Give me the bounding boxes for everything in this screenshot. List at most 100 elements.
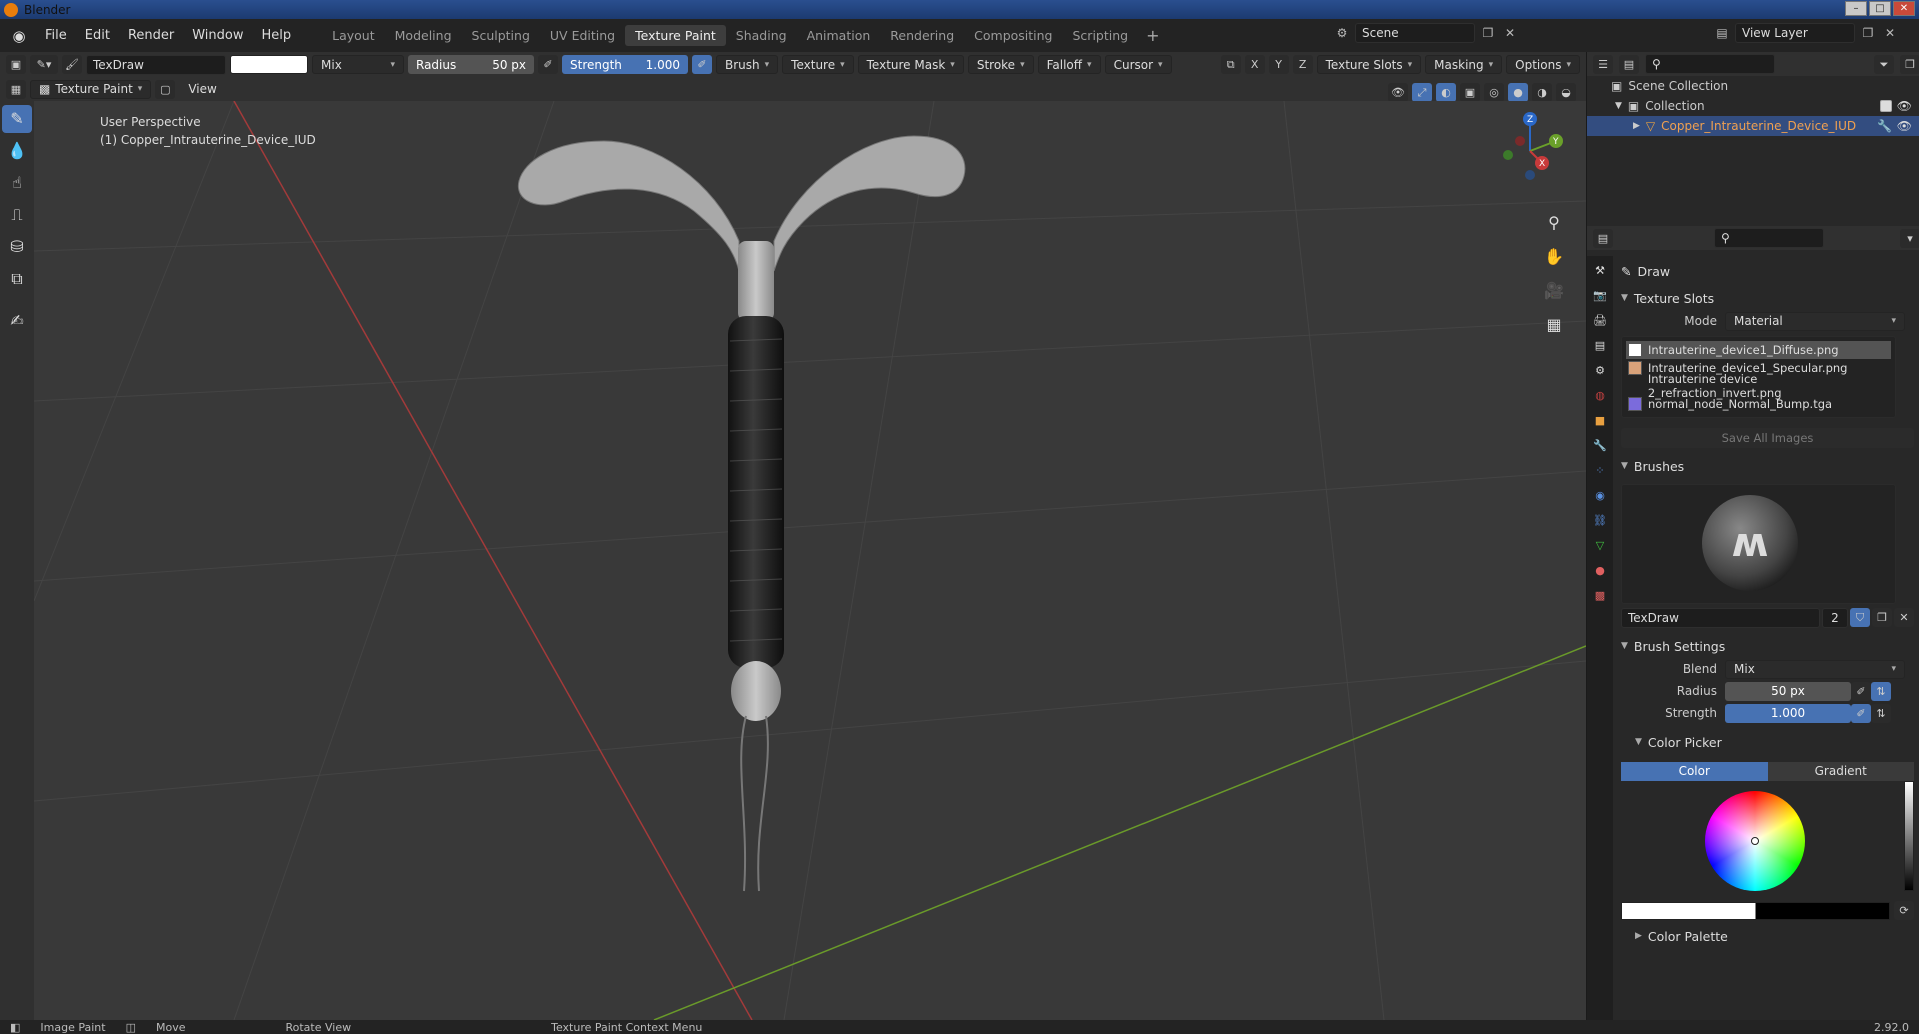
texture-slot-item[interactable]: Intrauterine_device1_Diffuse.png	[1626, 341, 1891, 359]
scene-icon[interactable]: ⚙	[1333, 24, 1351, 42]
cursor-menu[interactable]: Cursor ▾	[1104, 55, 1172, 74]
data-tab-icon[interactable]: ▽	[1591, 537, 1609, 555]
new-collection-icon[interactable]: ❐	[1900, 54, 1919, 74]
unlink-brush-icon[interactable]: ✕	[1894, 608, 1914, 627]
axis-y-toggle[interactable]: Y	[1268, 55, 1289, 74]
brush-menu[interactable]: Brush ▾	[716, 55, 779, 74]
value-slider[interactable]	[1904, 781, 1914, 891]
modifier-tab-icon[interactable]: 🔧	[1591, 437, 1609, 455]
primary-secondary-color-swatch[interactable]	[1621, 901, 1890, 920]
zoom-icon[interactable]: ⚲	[1542, 211, 1566, 235]
texture-slot-item[interactable]: Intrauterine device 2_refraction_invert.…	[1626, 372, 1891, 400]
tool-icon[interactable]: ✎▾	[30, 55, 58, 74]
radius-slider[interactable]: Radius 50 px	[408, 55, 534, 74]
symmetry-icon[interactable]: ⧉	[1220, 55, 1241, 74]
menu-edit[interactable]: Edit	[76, 28, 119, 43]
strength-pressure-icon[interactable]: ✐	[1851, 703, 1871, 723]
save-all-images-button[interactable]: Save All Images	[1621, 428, 1914, 448]
swap-colors-icon[interactable]: ⟳	[1894, 901, 1914, 920]
xray-toggle-icon[interactable]: ▣	[1460, 83, 1480, 102]
material-shading-icon[interactable]: ◑	[1532, 83, 1552, 102]
outliner-row-collection[interactable]: ▼ ▣ Collection 👁	[1587, 96, 1919, 116]
menu-render[interactable]: Render	[119, 28, 183, 43]
editor-type-icon[interactable]: ▣	[6, 55, 26, 74]
tab-color[interactable]: Color	[1621, 762, 1768, 781]
tab-rendering[interactable]: Rendering	[880, 25, 964, 46]
tab-compositing[interactable]: Compositing	[964, 25, 1062, 46]
tab-uv-editing[interactable]: UV Editing	[540, 25, 625, 46]
strength-slider[interactable]: 1.000	[1725, 703, 1851, 723]
draw-tool-icon[interactable]: ✎	[2, 105, 32, 133]
add-workspace-icon[interactable]: +	[1138, 26, 1167, 45]
falloff-menu[interactable]: Falloff ▾	[1037, 55, 1101, 74]
axis-x-toggle[interactable]: X	[1244, 55, 1265, 74]
radius-pressure-icon[interactable]: ✐	[538, 55, 558, 74]
brushes-panel-header[interactable]: ▼ Brushes	[1615, 454, 1919, 478]
object-visibility-icon[interactable]: 👁	[1897, 119, 1912, 133]
outliner-row-scene-collection[interactable]: ▣ Scene Collection	[1587, 76, 1919, 96]
gizmo-toggle-icon[interactable]: ⤢	[1412, 83, 1432, 102]
particles-tab-icon[interactable]: ⁘	[1591, 462, 1609, 480]
soften-tool-icon[interactable]: 💧	[2, 137, 32, 165]
texture-slots-panel-header[interactable]: ▼ Texture Slots	[1615, 286, 1919, 310]
masking-menu[interactable]: Masking ▾	[1425, 55, 1503, 74]
menu-file[interactable]: File	[36, 28, 76, 43]
maximize-button[interactable]: □	[1869, 1, 1891, 16]
display-mode-icon[interactable]: ▤	[1619, 54, 1639, 74]
tab-shading[interactable]: Shading	[726, 25, 797, 46]
texture-slots-menu[interactable]: Texture Slots ▾	[1316, 55, 1422, 74]
collection-exclude-checkbox[interactable]	[1880, 100, 1892, 112]
close-button[interactable]: ✕	[1893, 1, 1915, 16]
color-palette-panel-header[interactable]: ▶ Color Palette	[1615, 924, 1919, 948]
navigation-gizmo[interactable]: Z Y X	[1490, 111, 1570, 191]
view-menu[interactable]: View	[179, 82, 225, 96]
scene-name-field[interactable]: Scene	[1355, 23, 1475, 43]
delete-scene-icon[interactable]: ✕	[1501, 24, 1519, 42]
view-layer-icon[interactable]: ▤	[1713, 24, 1731, 42]
color-picker-panel-header[interactable]: ▼ Color Picker	[1615, 730, 1919, 754]
tool-tab-icon[interactable]: ⚒	[1591, 262, 1609, 280]
constraints-tab-icon[interactable]: ⛓	[1591, 512, 1609, 530]
minimize-button[interactable]: –	[1845, 1, 1867, 16]
modifier-wrench-icon[interactable]: 🔧	[1877, 119, 1892, 133]
smear-tool-icon[interactable]: ☝	[2, 169, 32, 197]
wireframe-shading-icon[interactable]: ◎	[1484, 83, 1504, 102]
blend-dropdown[interactable]: Mix ▾	[312, 55, 404, 74]
view-layer-tab-icon[interactable]: ▤	[1591, 337, 1609, 355]
tab-sculpting[interactable]: Sculpting	[462, 25, 540, 46]
3d-viewport[interactable]: User Perspective (1) Copper_Intrauterine…	[34, 101, 1586, 1020]
texture-tab-icon[interactable]: ▩	[1591, 587, 1609, 605]
camera-icon[interactable]: 🎥	[1542, 279, 1566, 303]
tab-gradient[interactable]: Gradient	[1767, 762, 1914, 781]
menu-help[interactable]: Help	[253, 28, 301, 43]
blender-menu-icon[interactable]: ◉	[10, 27, 28, 45]
blend-dropdown[interactable]: Mix ▾	[1725, 659, 1905, 679]
clone-tool-icon[interactable]: ⎍	[2, 201, 32, 229]
strength-pressure-icon[interactable]: ✐	[692, 55, 712, 74]
mask-toggle-icon[interactable]: ▢	[155, 79, 176, 99]
mode-dropdown[interactable]: Material ▾	[1725, 311, 1905, 331]
new-scene-icon[interactable]: ❐	[1479, 24, 1497, 42]
properties-editor-icon[interactable]: ▤	[1593, 228, 1613, 248]
mode-dropdown[interactable]: ▩ Texture Paint ▾	[30, 79, 152, 99]
brush-name-input[interactable]: TexDraw	[1621, 608, 1820, 628]
annotate-tool-icon[interactable]: ✍	[2, 307, 32, 335]
menu-window[interactable]: Window	[183, 28, 252, 43]
duplicate-brush-icon[interactable]: ❐	[1872, 608, 1892, 627]
outliner-search-input[interactable]: ⚲	[1645, 54, 1775, 74]
expand-triangle-icon[interactable]: ▶	[1633, 121, 1640, 131]
stroke-menu[interactable]: Stroke ▾	[967, 55, 1034, 74]
filter-icon[interactable]: ⏷	[1874, 54, 1894, 74]
collection-visibility-icon[interactable]: 👁	[1897, 99, 1912, 113]
outliner-row-object[interactable]: ▶ ▽ Copper_Intrauterine_Device_IUD 🔧 👁	[1587, 116, 1919, 136]
mask-tool-icon[interactable]: ⧉	[2, 265, 32, 293]
material-tab-icon[interactable]: ●	[1591, 562, 1609, 580]
tab-layout[interactable]: Layout	[322, 25, 385, 46]
output-tab-icon[interactable]: 🖨	[1591, 312, 1609, 330]
rendered-shading-icon[interactable]: ◒	[1556, 83, 1576, 102]
overlay-toggle-icon[interactable]: ◐	[1436, 83, 1456, 102]
brush-users-count[interactable]: 2	[1822, 608, 1848, 628]
render-tab-icon[interactable]: 📷	[1591, 287, 1609, 305]
tab-texture-paint[interactable]: Texture Paint	[625, 25, 726, 46]
color-wheel-cursor[interactable]	[1751, 837, 1759, 845]
